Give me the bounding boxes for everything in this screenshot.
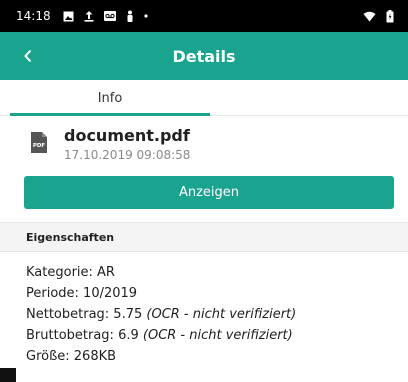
status-time: 14:18 (16, 9, 51, 23)
pdf-file-icon: PDF (31, 132, 47, 153)
image-icon (63, 11, 74, 22)
nettobetrag-value: Nettobetrag: 5.75 (26, 307, 143, 322)
voicemail-icon (103, 11, 116, 21)
battery-icon (386, 9, 394, 23)
person-icon (126, 10, 134, 22)
property-bruttobetrag: Bruttobetrag: 6.9 (OCR - nicht verifizie… (26, 325, 406, 346)
bruttobetrag-value: Bruttobetrag: 6.9 (26, 328, 139, 343)
chevron-left-icon (24, 49, 32, 63)
tab-bar: Info (0, 80, 408, 116)
properties-list: Kategorie: AR Periode: 10/2019 Nettobetr… (26, 262, 406, 367)
property-periode: Periode: 10/2019 (26, 286, 138, 301)
property-groesse: Größe: 268KB (26, 349, 117, 364)
pdf-icon-label: PDF (33, 143, 46, 149)
property-kategorie: Kategorie: AR (26, 265, 115, 280)
document-name: document.pdf (64, 126, 190, 145)
dot-icon (143, 14, 148, 18)
nettobetrag-ocr-note: (OCR - nicht verifiziert) (146, 307, 297, 322)
property-nettobetrag: Nettobetrag: 5.75 (OCR - nicht verifizie… (26, 304, 406, 325)
tab-info[interactable]: Info (10, 80, 210, 116)
back-button[interactable] (0, 32, 56, 80)
status-bar: 14:18 (0, 0, 408, 32)
bruttobetrag-ocr-note: (OCR - nicht verifiziert) (142, 328, 293, 343)
view-button[interactable]: Anzeigen (24, 176, 394, 209)
corner-mark (0, 368, 16, 382)
page-title: Details (172, 46, 236, 66)
document-date: 17.10.2019 09:08:58 (64, 148, 191, 162)
upload-icon (84, 10, 94, 22)
properties-header: Eigenschaften (0, 222, 408, 252)
tab-indicator (10, 113, 210, 116)
app-bar: Details (0, 32, 408, 80)
document-entry: PDF document.pdf 17.10.2019 09:08:58 (24, 124, 394, 168)
wifi-icon (363, 11, 376, 22)
